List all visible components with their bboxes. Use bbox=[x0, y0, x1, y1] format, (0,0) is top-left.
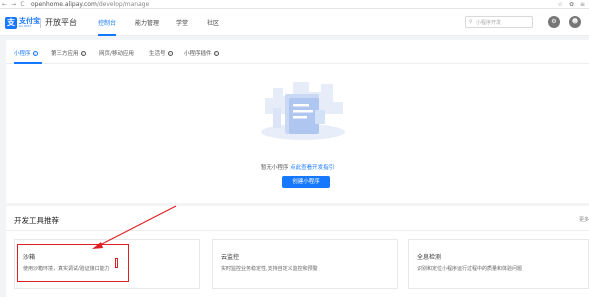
app-header: 支 支付宝 ALIPAY 开放平台 控制台 能力管理 学堂 社区 ⚲ 小程序开发… bbox=[0, 9, 589, 36]
text-cursor-marker bbox=[115, 258, 118, 268]
extension-icon[interactable]: ✿ bbox=[569, 1, 574, 8]
create-mini-program-button[interactable]: 创建小程序 bbox=[282, 176, 330, 188]
info-icon: i bbox=[32, 50, 38, 56]
url-host: openhome.alipay.com bbox=[31, 0, 97, 8]
more-link[interactable]: 更多 bbox=[579, 216, 589, 223]
tab-mini-program[interactable]: 小程序 i bbox=[14, 49, 38, 57]
nav-console[interactable]: 控制台 bbox=[98, 18, 116, 27]
tool-card-cloud-monitor[interactable]: 云监控 实时监控业务稳定性,支持自定义监控和预警 bbox=[212, 239, 398, 289]
nav-active-indicator bbox=[98, 34, 116, 36]
tab-label: 第三方应用 bbox=[51, 51, 79, 57]
dev-guide-link[interactable]: 点此查看开发指引 bbox=[290, 165, 334, 171]
info-icon: i bbox=[80, 50, 86, 56]
logo-subtext: ALIPAY bbox=[19, 24, 32, 28]
tab-third-party-app[interactable]: 第三方应用 i bbox=[51, 49, 86, 57]
tab-web-mobile-app[interactable]: 网页/移动应用 bbox=[99, 49, 134, 57]
settings-icon[interactable]: ⚙ bbox=[548, 16, 560, 28]
tool-description: 识别和定位小程序运行过程中的质量和体验问题 bbox=[417, 266, 523, 272]
reload-icon[interactable]: C bbox=[18, 1, 27, 8]
app-list-card: 小程序 i 第三方应用 i 网页/移动应用 生活号 i 小程序插件 i 暂无小程序 点此… bbox=[6, 40, 589, 203]
platform-name: 开放平台 bbox=[45, 18, 77, 27]
avatar[interactable]: ☻ bbox=[569, 16, 581, 28]
address-bar[interactable]: openhome.alipay.com/develop/manage bbox=[31, 1, 149, 8]
search-input[interactable]: ⚲ 小程序开发 bbox=[465, 16, 533, 28]
annotation-highlight-box bbox=[17, 244, 129, 282]
search-placeholder: 小程序开发 bbox=[476, 19, 502, 26]
back-icon[interactable]: ← bbox=[0, 1, 9, 8]
menu-icon[interactable]: ≡ bbox=[580, 1, 585, 8]
empty-state-illustration bbox=[261, 82, 345, 140]
nav-capability-management[interactable]: 能力管理 bbox=[135, 18, 159, 27]
tab-label: 小程序插件 bbox=[184, 51, 212, 57]
tab-life-account[interactable]: 生活号 i bbox=[149, 49, 173, 57]
empty-text: 暂无小程序 bbox=[260, 165, 289, 171]
info-icon: i bbox=[167, 50, 173, 56]
nav-academy[interactable]: 学堂 bbox=[176, 18, 188, 27]
app-type-tabs: 小程序 i 第三方应用 i 网页/移动应用 生活号 i 小程序插件 i bbox=[6, 40, 589, 64]
logo-divider bbox=[40, 18, 41, 28]
tab-label: 网页/移动应用 bbox=[99, 51, 134, 57]
section-title: 开发工具推荐 bbox=[14, 216, 59, 225]
tab-label: 小程序 bbox=[14, 51, 31, 57]
section-divider bbox=[6, 230, 589, 231]
forward-icon[interactable]: → bbox=[9, 1, 18, 8]
bookmark-icon[interactable]: ☆ bbox=[558, 1, 563, 8]
tool-card-holographic-detection[interactable]: 全息检测 识别和定位小程序运行过程中的质量和体验问题 bbox=[408, 239, 589, 289]
tab-mini-program-plugin[interactable]: 小程序插件 i bbox=[184, 49, 219, 57]
tool-title: 云监控 bbox=[221, 254, 240, 261]
alipay-logo-icon[interactable]: 支 bbox=[5, 17, 17, 29]
tool-title: 全息检测 bbox=[417, 254, 442, 261]
tab-active-indicator bbox=[14, 62, 42, 64]
search-icon: ⚲ bbox=[469, 19, 473, 25]
info-icon: i bbox=[213, 50, 219, 56]
browser-toolbar: ← → C openhome.alipay.com/develop/manage… bbox=[0, 0, 589, 9]
empty-state-message: 暂无小程序 点此查看开发指引 bbox=[6, 163, 589, 171]
tab-label: 生活号 bbox=[149, 51, 166, 57]
page: ← → C openhome.alipay.com/develop/manage… bbox=[0, 0, 589, 297]
nav-community[interactable]: 社区 bbox=[207, 18, 219, 27]
tool-description: 实时监控业务稳定性,支持自定义监控和预警 bbox=[221, 266, 318, 272]
url-path: /develop/manage bbox=[96, 0, 150, 8]
